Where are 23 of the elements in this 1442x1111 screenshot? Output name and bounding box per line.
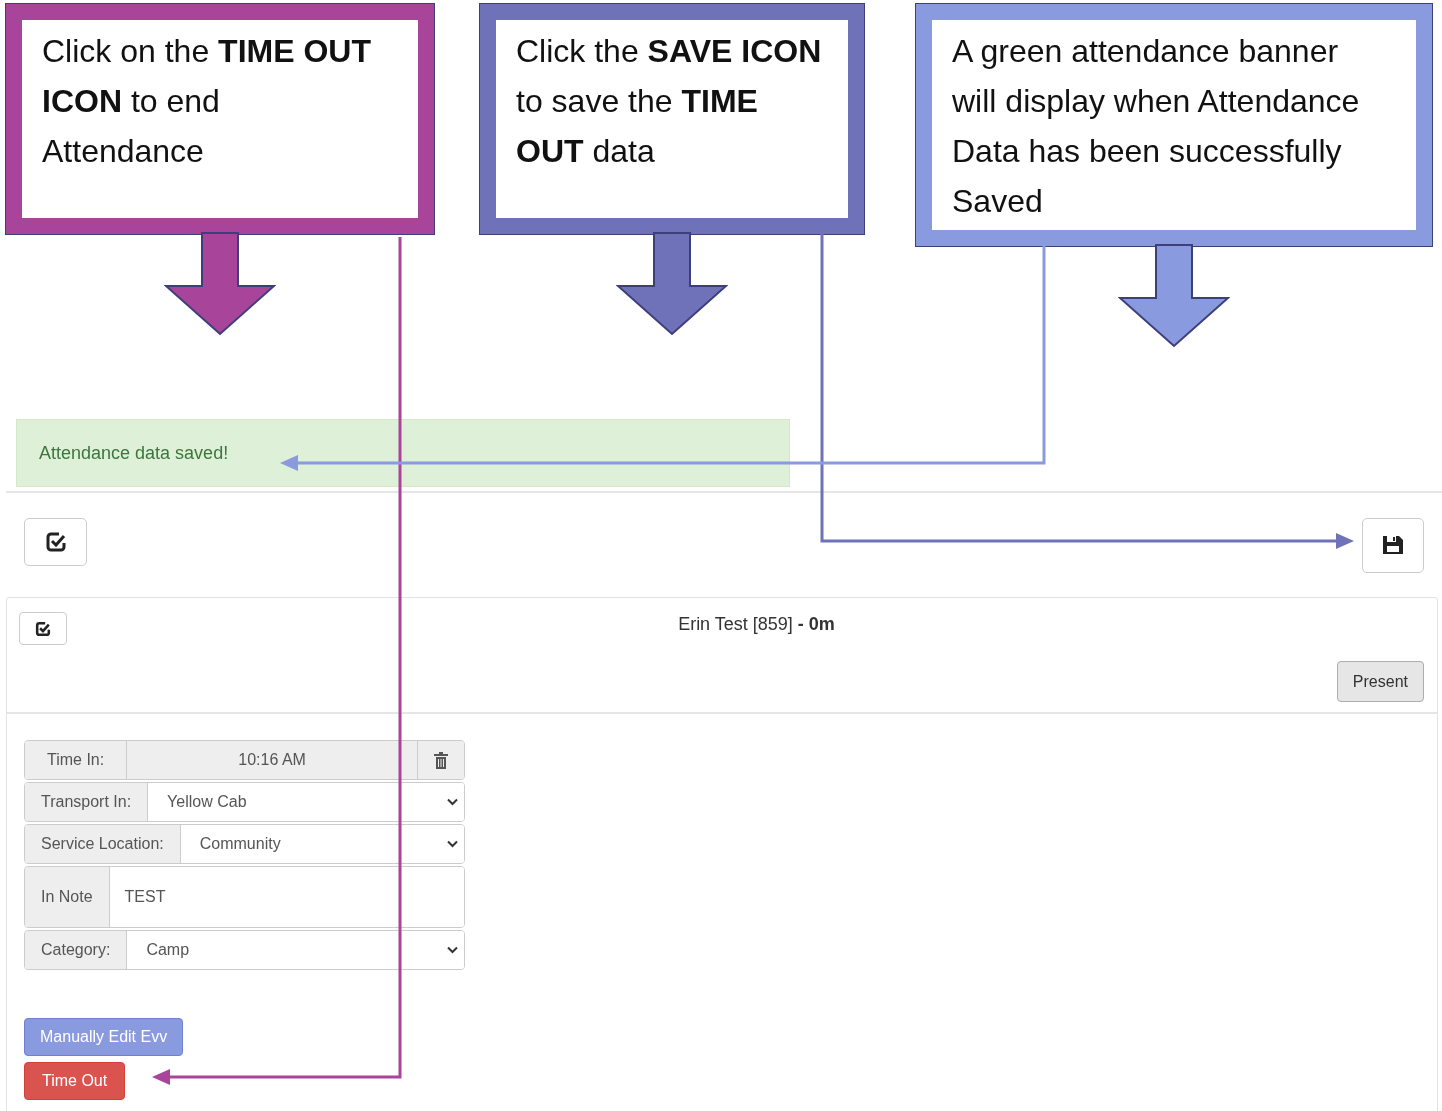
chevron-down-icon (447, 798, 458, 806)
save-button[interactable] (1362, 517, 1424, 573)
checklist-button[interactable] (24, 518, 87, 566)
present-button[interactable]: Present (1336, 661, 1424, 702)
field-label: Transport In: (25, 783, 149, 821)
chevron-down-icon (447, 946, 458, 954)
callout-box: A green attendance banner will display when Attendance Data has been successfully Saved (916, 4, 1432, 246)
client-name: Erin Test [859] - 0m (678, 614, 835, 634)
chevron-down-icon (447, 840, 458, 848)
trash-icon (434, 751, 448, 769)
field-label: Service Location: (25, 825, 181, 863)
save-icon (1382, 535, 1404, 555)
success-banner: Attendance data saved! (16, 419, 790, 487)
delete-button[interactable] (418, 741, 464, 779)
callout-box: Click on the TIME OUT ICON to end Attendance (6, 4, 434, 234)
action-button[interactable]: Time Out (24, 1062, 126, 1100)
time-field[interactable]: 10:16 AM (127, 741, 418, 779)
field-label: Category: (25, 931, 128, 969)
checkbox-icon (35, 620, 51, 637)
field-label: Time In: (25, 741, 128, 779)
checklist-button[interactable] (19, 612, 67, 645)
checkbox-icon (44, 531, 67, 553)
callout-box: Click the SAVE ICON to save the TIME OUT data (480, 4, 864, 234)
